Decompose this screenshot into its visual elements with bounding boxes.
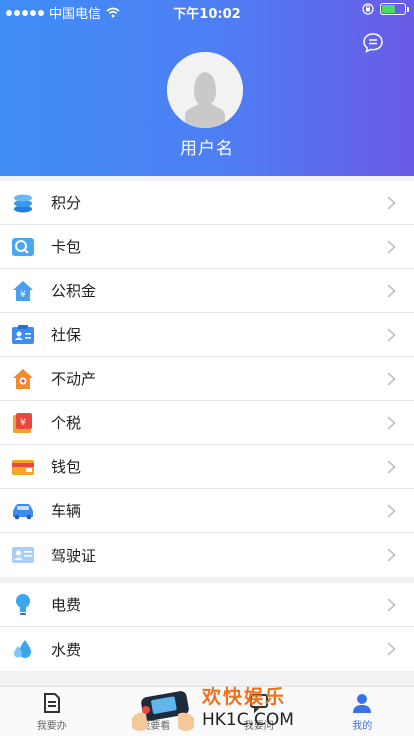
- menu-label: 社保: [51, 326, 82, 344]
- real-estate-icon: [13, 368, 33, 389]
- username[interactable]: 用户名: [0, 134, 414, 159]
- service-list: 积分 卡包 ¥ 公积金 社保 不动产 ¥ 个税 钱包 车辆 驾驶证: [0, 181, 414, 577]
- chevron-right-icon: [387, 240, 396, 254]
- water-drop-icon: [14, 640, 31, 658]
- housing-fund-icon: ¥: [13, 280, 33, 301]
- car-icon: [13, 503, 33, 519]
- menu-item-points[interactable]: 积分: [0, 181, 414, 225]
- profile-header: 中国电信 下午10:02 用户名: [0, 0, 414, 176]
- menu-item-water[interactable]: 水费: [0, 627, 414, 671]
- menu-label: 积分: [51, 194, 82, 212]
- status-bar: 中国电信 下午10:02: [0, 0, 414, 22]
- battery-icon: [380, 3, 409, 15]
- menu-label: 驾驶证: [51, 546, 97, 565]
- tab-label: 我的: [352, 721, 373, 732]
- menu-label: 不动产: [51, 370, 97, 388]
- driver-license-icon: [12, 547, 34, 563]
- svg-text:¥: ¥: [20, 290, 26, 300]
- menu-label: 公积金: [51, 282, 97, 300]
- menu-item-real-estate[interactable]: 不动产: [0, 357, 414, 401]
- menu-label: 水费: [51, 640, 82, 659]
- menu-label: 车辆: [51, 502, 82, 520]
- message-icon[interactable]: [362, 32, 384, 54]
- menu-item-tax[interactable]: ¥ 个税: [0, 401, 414, 445]
- menu-item-social-security[interactable]: 社保: [0, 313, 414, 357]
- wallet-icon: [12, 459, 34, 475]
- tab-todo[interactable]: 我要办: [0, 687, 104, 736]
- menu-item-vehicle[interactable]: 车辆: [0, 489, 414, 533]
- menu-item-housing-fund[interactable]: ¥ 公积金: [0, 269, 414, 313]
- avatar[interactable]: [167, 52, 243, 128]
- coins-icon: [14, 194, 32, 212]
- default-avatar-icon: [167, 52, 243, 128]
- menu-label: 钱包: [51, 458, 82, 476]
- document-icon: [43, 693, 60, 713]
- menu-item-wallet[interactable]: 钱包: [0, 445, 414, 489]
- watermark: 欢快娱乐 HK1C.COM: [128, 680, 294, 736]
- lightbulb-icon: [16, 593, 30, 615]
- chevron-right-icon: [387, 548, 396, 562]
- chevron-right-icon: [387, 284, 396, 298]
- menu-label: 个税: [51, 414, 82, 432]
- chevron-right-icon: [387, 460, 396, 474]
- menu-label: 电费: [51, 596, 82, 614]
- tab-label: 我要办: [36, 721, 67, 732]
- card-wallet-icon: [12, 237, 34, 256]
- utility-list: 电费 水费: [0, 583, 414, 671]
- chevron-right-icon: [387, 598, 396, 612]
- chevron-right-icon: [387, 196, 396, 210]
- menu-item-driver-license[interactable]: 驾驶证: [0, 533, 414, 577]
- orientation-lock-icon: [362, 3, 374, 15]
- gamepad-hand-icon: [132, 691, 194, 731]
- tab-mine[interactable]: 我的: [311, 687, 414, 736]
- chevron-right-icon: [387, 642, 396, 656]
- svg-text:¥: ¥: [20, 418, 26, 428]
- watermark-url: HK1C.COM: [202, 710, 294, 730]
- watermark-title: 欢快娱乐: [202, 686, 287, 708]
- user-icon: [353, 694, 372, 713]
- chevron-right-icon: [387, 416, 396, 430]
- chevron-right-icon: [387, 372, 396, 386]
- chevron-right-icon: [387, 504, 396, 518]
- tax-icon: ¥: [13, 412, 32, 433]
- menu-item-electricity[interactable]: 电费: [0, 583, 414, 627]
- menu-item-card-wallet[interactable]: 卡包: [0, 225, 414, 269]
- menu-label: 卡包: [51, 238, 82, 256]
- status-time: 下午10:02: [173, 7, 241, 22]
- chevron-right-icon: [387, 328, 396, 342]
- social-security-icon: [12, 324, 34, 344]
